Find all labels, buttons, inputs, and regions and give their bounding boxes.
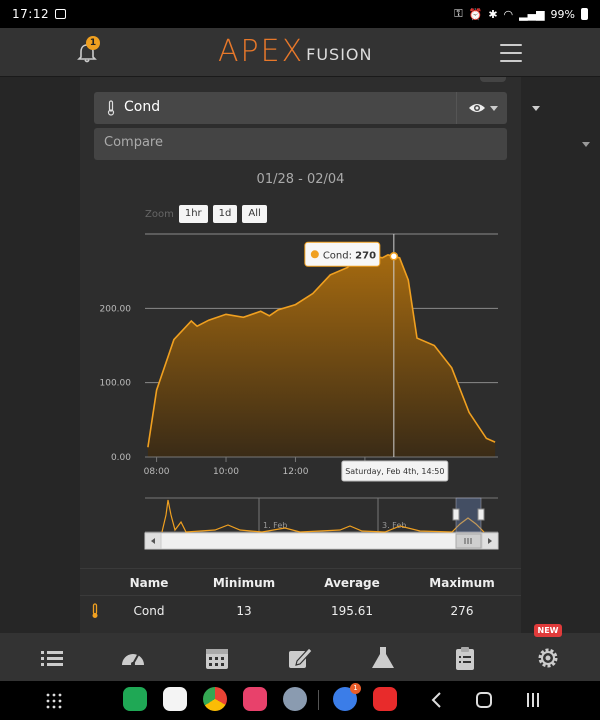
col-average: Average <box>324 576 380 590</box>
settings-gear-icon[interactable] <box>535 645 561 671</box>
navigator-right-handle[interactable] <box>477 508 485 521</box>
bottom-nav <box>0 633 600 681</box>
divider <box>318 690 319 710</box>
date-label: Saturday, Feb 4th, 14:50 <box>345 467 444 476</box>
chrome-app-icon[interactable] <box>203 687 227 711</box>
phone-app-icon[interactable] <box>123 687 147 711</box>
system-nav-bar <box>0 681 600 720</box>
col-maximum: Maximum <box>429 576 495 590</box>
navigator-scrollbar[interactable] <box>144 532 499 550</box>
x-tick-label: 12:00 <box>282 467 308 477</box>
back-icon[interactable] <box>430 692 442 708</box>
camera-app-icon[interactable] <box>243 687 267 711</box>
tooltip-value: 270 <box>355 250 376 261</box>
game-app-icon[interactable] <box>283 687 307 711</box>
col-minimum: Minimum <box>212 576 276 590</box>
row-maximum: 276 <box>450 604 474 618</box>
messages-badge: 1 <box>350 683 361 694</box>
row-name: Cond <box>133 604 165 618</box>
edit-note-icon[interactable] <box>287 645 313 671</box>
recents-icon[interactable] <box>525 692 541 708</box>
hover-point <box>389 252 399 261</box>
navigator-series-line <box>161 499 485 533</box>
gmail-app-icon[interactable] <box>163 687 187 711</box>
home-icon[interactable] <box>475 691 493 709</box>
navigator-range <box>455 497 482 533</box>
tooltip-label: Cond: 270 <box>323 250 376 261</box>
tooltip-series: Cond: <box>323 250 355 261</box>
thermometer-icon <box>92 603 98 618</box>
x-tick-label: 08:00 <box>144 467 170 477</box>
x-tick-label: 10:00 <box>213 467 239 477</box>
app-drawer-icon[interactable] <box>46 693 62 709</box>
y-tick-label: 100.00 <box>100 379 132 389</box>
flask-icon[interactable] <box>370 645 396 671</box>
youtube-app-icon[interactable] <box>373 687 397 711</box>
row-average: 195.61 <box>331 604 373 618</box>
col-name: Name <box>129 576 169 590</box>
stats-header: Name Minimum Average Maximum <box>80 568 521 596</box>
y-tick-label: 0.00 <box>111 453 131 463</box>
calendar-icon[interactable] <box>204 645 230 671</box>
navigator-left-handle[interactable] <box>452 508 460 521</box>
tooltip-marker <box>310 250 319 259</box>
list-icon[interactable] <box>39 645 65 671</box>
new-badge: NEW <box>534 624 562 637</box>
row-minimum: 13 <box>236 604 252 618</box>
dashboard-gauge-icon[interactable] <box>120 645 146 671</box>
clipboard-icon[interactable] <box>452 645 478 671</box>
y-tick-label: 200.00 <box>100 304 132 314</box>
table-row: Cond 13 195.61 276 <box>80 597 521 625</box>
